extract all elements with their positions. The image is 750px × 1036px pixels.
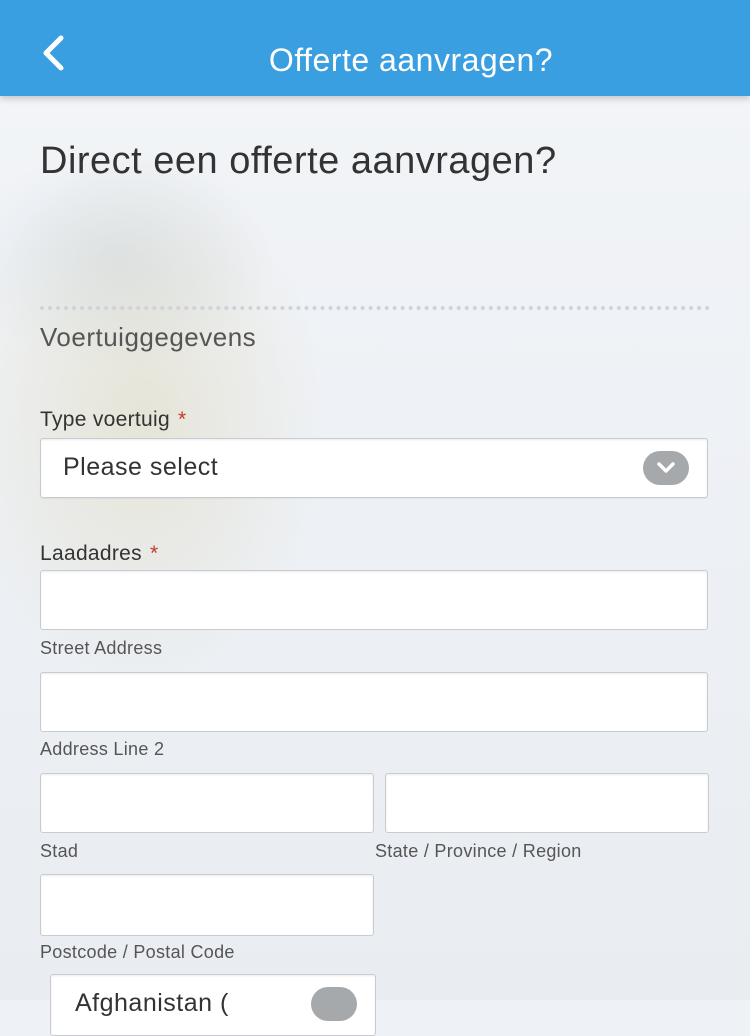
header-title: Offerte aanvragen? (268, 42, 554, 78)
vehicle-type-selected-value: Please select (63, 453, 219, 481)
state-sublabel: State / Province / Region (375, 841, 582, 861)
chevron-down-icon (643, 451, 689, 485)
city-sublabel: Stad (40, 841, 79, 861)
postal-code-input[interactable] (40, 874, 374, 936)
section-divider (40, 306, 710, 310)
form-content: Direct een offerte aanvragen? Voertuigge… (0, 96, 750, 1036)
country-selected-value: Afghanistan ( (75, 989, 229, 1017)
loading-address-label: Laadadres * (40, 542, 159, 565)
page-title: Direct een offerte aanvragen? (40, 140, 557, 182)
vehicle-type-label: Type voertuig * (40, 408, 187, 431)
postal-code-sublabel: Postcode / Postal Code (40, 942, 235, 962)
city-input[interactable] (40, 773, 374, 833)
app-header: Offerte aanvragen? (0, 0, 750, 96)
chevron-down-icon (311, 987, 357, 1021)
street-address-sublabel: Street Address (40, 638, 163, 658)
required-marker: * (149, 542, 159, 565)
address-line-2-sublabel: Address Line 2 (40, 739, 165, 759)
street-address-input[interactable] (40, 570, 708, 630)
country-select[interactable]: Afghanistan ( (50, 974, 376, 1036)
vehicle-type-select[interactable]: Please select (40, 438, 708, 498)
state-input[interactable] (385, 773, 709, 833)
section-title: Voertuiggegevens (40, 322, 257, 352)
required-marker: * (177, 408, 187, 431)
address-line-2-input[interactable] (40, 672, 708, 732)
